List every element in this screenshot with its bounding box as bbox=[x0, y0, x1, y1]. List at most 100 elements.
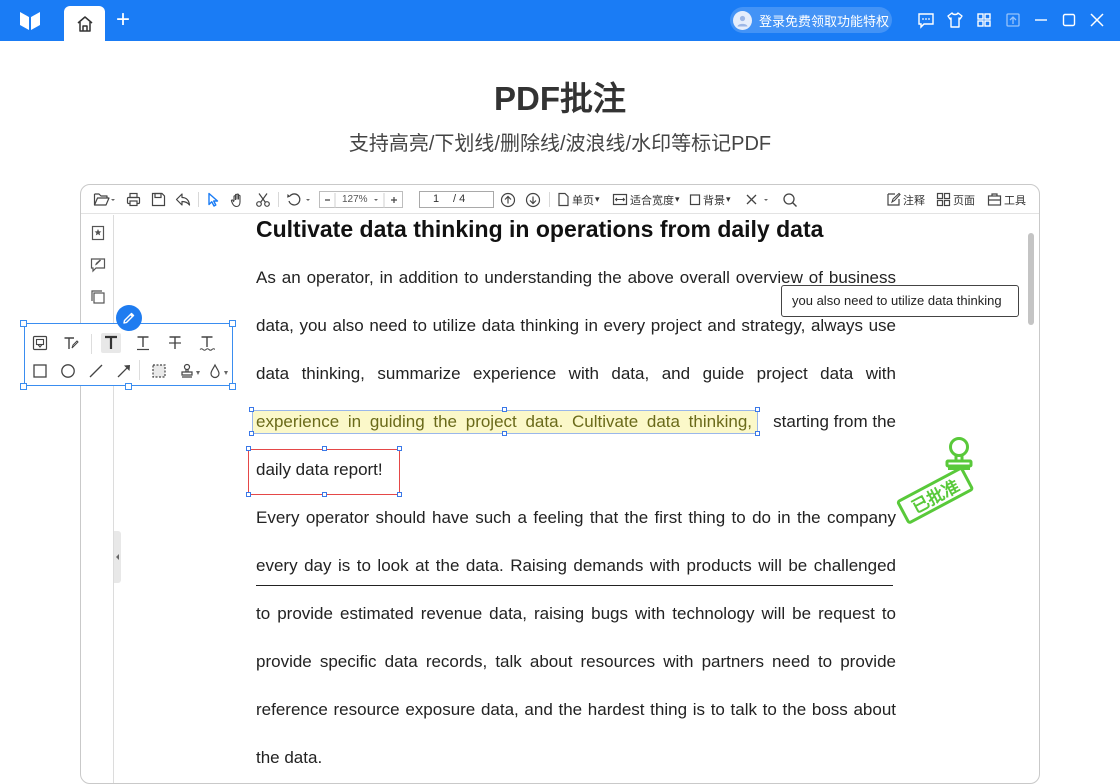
doc-line: provide specific data records, talk abou… bbox=[256, 652, 896, 671]
selection-handle[interactable] bbox=[125, 383, 132, 390]
fit-width-label: 适合宽度 bbox=[630, 194, 674, 207]
doc-line: reference resource exposure data, and th… bbox=[256, 700, 896, 719]
annotate-tab[interactable]: 注释 bbox=[886, 191, 925, 208]
single-page-label: 单页 bbox=[572, 194, 594, 207]
background-label: 背景 bbox=[703, 194, 725, 207]
background-icon bbox=[689, 194, 701, 206]
doc-line: to provide estimated revenue data, raisi… bbox=[256, 604, 896, 623]
pen-icon bbox=[123, 312, 135, 324]
fit-width-icon bbox=[612, 193, 628, 206]
minimize-icon[interactable] bbox=[1032, 11, 1050, 29]
single-page-button[interactable]: 单页 ▾ bbox=[557, 191, 600, 208]
add-tab-button[interactable]: + bbox=[113, 8, 133, 32]
tools-label: 工具 bbox=[1004, 194, 1026, 207]
select-cursor-icon[interactable] bbox=[206, 191, 220, 208]
vertical-scrollbar[interactable] bbox=[1028, 233, 1034, 325]
rectangle-handle[interactable] bbox=[246, 492, 251, 497]
fit-width-button[interactable]: 适合宽度 ▾ bbox=[612, 191, 680, 208]
home-tab[interactable] bbox=[64, 6, 105, 41]
page-subtitle: 支持高亮/下划线/删除线/波浪线/水印等标记PDF bbox=[348, 133, 772, 155]
comment-popup[interactable]: you also need to utilize data thinking bbox=[781, 285, 1019, 317]
page-number-input[interactable]: 1 / 4 bbox=[419, 191, 494, 208]
color-dropdown-icon[interactable] bbox=[224, 371, 228, 375]
doc-line: data thinking, summarize experience with… bbox=[256, 364, 896, 383]
page-title: PDF批注 bbox=[494, 80, 626, 117]
highlight-tool-icon[interactable] bbox=[103, 335, 119, 351]
rectangle-handle[interactable] bbox=[397, 492, 402, 497]
app-titlebar: + 登录免费领取功能特权 bbox=[0, 0, 1120, 41]
edit-pen-button[interactable] bbox=[116, 305, 142, 331]
zoom-control[interactable]: 127% bbox=[319, 191, 403, 208]
close-icon[interactable] bbox=[1088, 11, 1106, 29]
selection-handle[interactable] bbox=[20, 320, 27, 327]
approved-stamp[interactable]: 已批准 bbox=[896, 435, 976, 525]
crop-cut-icon[interactable] bbox=[255, 191, 271, 208]
avatar-icon bbox=[733, 10, 752, 30]
apps-grid-icon[interactable] bbox=[975, 11, 993, 29]
next-page-icon[interactable] bbox=[525, 191, 541, 208]
doc-line: Every operator should have such a feelin… bbox=[256, 508, 896, 527]
highlight-handle[interactable] bbox=[249, 431, 254, 436]
circle-tool-icon[interactable] bbox=[60, 363, 76, 379]
viewer-toolbar: 127% 1 / 4 单页 ▾ 适合宽度 ▾ 背景 ▾ 注释 页面 工具 bbox=[81, 185, 1039, 214]
rectangle-annotation[interactable] bbox=[248, 449, 400, 495]
wavy-line-tool-icon[interactable] bbox=[199, 335, 215, 351]
rectangle-handle[interactable] bbox=[246, 446, 251, 451]
background-button[interactable]: 背景 ▾ bbox=[689, 191, 731, 208]
arrow-tool-icon[interactable] bbox=[116, 363, 132, 379]
comment-list-icon[interactable] bbox=[90, 257, 106, 273]
doc-line: the data. bbox=[256, 748, 323, 767]
share-icon[interactable] bbox=[175, 191, 191, 208]
pin-top-icon[interactable] bbox=[1004, 11, 1022, 29]
app-logo-icon bbox=[20, 11, 40, 30]
page-grid-icon bbox=[936, 192, 951, 207]
login-button[interactable]: 登录免费领取功能特权 bbox=[730, 7, 892, 33]
pdf-viewer: 127% 1 / 4 单页 ▾ 适合宽度 ▾ 背景 ▾ 注释 页面 工具 Cul… bbox=[80, 184, 1040, 784]
stamp-dropdown-icon[interactable] bbox=[196, 371, 200, 375]
underline-annotation[interactable] bbox=[256, 585, 893, 586]
line-tool-icon[interactable] bbox=[88, 363, 104, 379]
rectangle-handle[interactable] bbox=[397, 446, 402, 451]
rectangle-handle[interactable] bbox=[322, 446, 327, 451]
selection-handle[interactable] bbox=[229, 383, 236, 390]
doc-line: starting from the bbox=[773, 412, 896, 431]
stamp-tool-icon[interactable] bbox=[179, 363, 195, 379]
zoom-value: 127% bbox=[342, 194, 368, 205]
open-file-icon[interactable] bbox=[93, 191, 115, 208]
highlight-handle[interactable] bbox=[755, 407, 760, 412]
selection-handle[interactable] bbox=[229, 320, 236, 327]
note-icon[interactable] bbox=[32, 335, 48, 351]
rotate-icon[interactable] bbox=[286, 191, 312, 208]
maximize-icon[interactable] bbox=[1060, 11, 1078, 29]
more-tools-icon[interactable] bbox=[744, 191, 770, 208]
strikethrough-tool-icon[interactable] bbox=[167, 335, 183, 351]
search-icon[interactable] bbox=[782, 191, 798, 208]
skin-icon[interactable] bbox=[946, 11, 964, 29]
bookmark-icon[interactable] bbox=[90, 225, 106, 241]
underline-tool-icon[interactable] bbox=[135, 335, 151, 351]
page-tab[interactable]: 页面 bbox=[936, 191, 975, 208]
hand-tool-icon[interactable] bbox=[230, 191, 246, 208]
prev-page-icon[interactable] bbox=[500, 191, 516, 208]
save-icon[interactable] bbox=[151, 191, 166, 208]
highlight-handle[interactable] bbox=[249, 407, 254, 412]
highlight-handle[interactable] bbox=[755, 431, 760, 436]
annotate-label: 注释 bbox=[903, 194, 925, 207]
feedback-icon[interactable] bbox=[917, 11, 935, 29]
page-label: 页面 bbox=[953, 194, 975, 207]
color-fill-icon[interactable] bbox=[207, 363, 223, 379]
thumbnails-icon[interactable] bbox=[90, 289, 106, 305]
home-icon bbox=[77, 15, 92, 32]
selection-handle[interactable] bbox=[20, 383, 27, 390]
annotation-toolbar bbox=[24, 323, 233, 386]
print-icon[interactable] bbox=[126, 191, 141, 208]
sidebar-collapse-handle[interactable] bbox=[114, 531, 121, 583]
rectangle-tool-icon[interactable] bbox=[32, 363, 48, 379]
sidebar-rail bbox=[81, 215, 114, 783]
page-total: / 4 bbox=[453, 193, 466, 205]
tools-tab[interactable]: 工具 bbox=[987, 191, 1026, 208]
annotate-icon bbox=[887, 192, 901, 206]
area-select-icon[interactable] bbox=[151, 363, 167, 379]
text-box-icon[interactable] bbox=[63, 335, 79, 351]
rectangle-handle[interactable] bbox=[322, 492, 327, 497]
